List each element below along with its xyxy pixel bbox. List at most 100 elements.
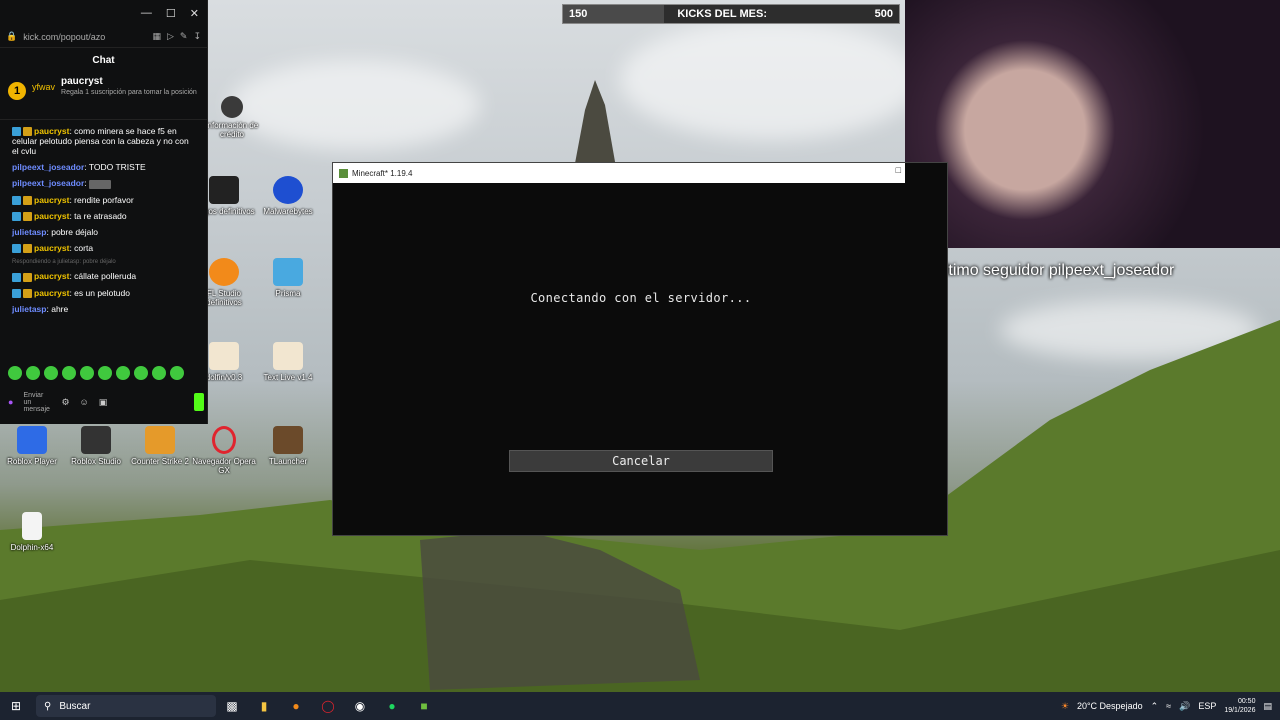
emote-icon[interactable] — [44, 366, 58, 380]
app-icon — [221, 96, 243, 118]
chat-message: paucryst: ta re atrasado — [12, 211, 195, 221]
file-icon — [209, 342, 239, 370]
chat-input[interactable]: Enviar un mensaje — [23, 392, 51, 413]
emote-icon[interactable] — [152, 366, 166, 380]
cancel-button[interactable]: Cancelar — [509, 450, 773, 472]
desktop-icon-malwarebytes[interactable]: Malwarebytes — [256, 176, 320, 216]
emote-icon[interactable] — [8, 366, 22, 380]
chat-user[interactable]: paucryst — [34, 288, 69, 298]
translate-icon[interactable]: ▦ — [152, 31, 161, 42]
roblox-icon — [17, 426, 47, 454]
emote-icon[interactable] — [62, 366, 76, 380]
emote-icon[interactable] — [80, 366, 94, 380]
play-icon[interactable]: ▷ — [167, 31, 174, 42]
chat-message: paucryst: cállate polleruda — [12, 271, 195, 282]
desktop-icon-tlauncher[interactable]: TLauncher — [256, 426, 320, 466]
badge-icon — [23, 288, 32, 298]
lock-icon: 🔒 — [6, 31, 18, 41]
taskbar: ⊞ ⚲ Buscar ▩ ▮ ● ◯ ◉ ● ■ ☀ 20°C Despejad… — [0, 692, 1280, 720]
file-icon — [22, 512, 42, 540]
kicks-goal-bar: 150 KICKS DEL MES: 500 — [562, 4, 900, 24]
badge-icon — [12, 244, 21, 254]
extensions-icon[interactable]: ✎ — [180, 31, 188, 42]
chat-user[interactable]: paucryst — [34, 271, 69, 281]
emote-bar — [8, 366, 184, 380]
chat-window-titlebar: — ☐ ✕ — [0, 0, 207, 26]
desktop-icon-info[interactable]: información de crédito — [200, 96, 264, 139]
counter-strike-icon — [145, 426, 175, 454]
clock[interactable]: 00:50 19/1/2026 — [1224, 697, 1255, 715]
windows-icon: ⊞ — [10, 699, 22, 713]
taskbar-search[interactable]: ⚲ Buscar — [36, 695, 216, 717]
file-explorer-icon[interactable]: ▮ — [253, 695, 275, 717]
maximize-icon[interactable]: ☐ — [166, 7, 176, 20]
pinned-gift-banner[interactable]: 1 yfwav paucryst Regala 1 suscripción pa… — [0, 74, 207, 120]
chat-message: julietasp: pobre déjalo — [12, 227, 99, 237]
emote-icon[interactable] — [26, 366, 40, 380]
language-indicator[interactable]: ESP — [1198, 701, 1216, 711]
badge-icon — [12, 212, 21, 221]
reply-context: Respondiendo a julietasp: pobre déjalo — [12, 259, 116, 266]
desktop-icon-opera-gx[interactable]: Navegador Opera GX — [192, 426, 256, 475]
chat-user[interactable]: pilpeext_joseador — [12, 178, 84, 188]
desktop-icon-dolphin[interactable]: Dolphin-x64 — [0, 512, 64, 552]
chat-user[interactable]: paucryst — [34, 195, 69, 205]
chat-messages: paucryst: como minera se hace f5 en celu… — [0, 120, 207, 322]
minecraft-taskbar-icon[interactable]: ■ — [413, 695, 435, 717]
desktop-icon-roblox-player[interactable]: Roblox Player — [0, 426, 64, 466]
chat-user[interactable]: julietasp — [12, 227, 46, 237]
chat-text: rendite porfavor — [74, 194, 134, 205]
weather-text[interactable]: 20°C Despejado — [1077, 701, 1143, 711]
webcam-feed — [905, 0, 1280, 248]
gift-icon[interactable]: ▣ — [99, 397, 108, 408]
volume-icon[interactable]: 🔊 — [1179, 701, 1190, 712]
close-icon[interactable]: ✕ — [190, 7, 199, 20]
settings-icon[interactable]: ⚙ — [61, 397, 69, 408]
mic-icon[interactable]: ● — [8, 397, 13, 407]
pinned-user: paucryst — [61, 76, 103, 87]
clock-date: 19/1/2026 — [1224, 707, 1256, 714]
start-button[interactable]: ⊞ — [5, 695, 27, 717]
chat-user[interactable]: paucryst — [34, 126, 69, 136]
emote-icon[interactable] — [98, 366, 112, 380]
chat-user[interactable]: paucryst — [34, 211, 69, 221]
minimize-icon[interactable]: — — [141, 7, 152, 19]
search-icon: ⚲ — [44, 700, 52, 712]
desktop-icon-textlive[interactable]: Text Live v1.4 — [256, 342, 320, 382]
close-icon[interactable]: □ — [896, 165, 901, 175]
search-placeholder: Buscar — [59, 700, 91, 712]
pinned-text: Regala 1 suscripción para tomar la posic… — [61, 89, 197, 96]
flstudio-taskbar-icon[interactable]: ● — [285, 695, 307, 717]
desktop-icon-cs2[interactable]: Counter Strike 2 — [128, 426, 192, 466]
task-view-icon[interactable]: ▩ — [221, 695, 243, 717]
download-icon[interactable]: ↧ — [193, 31, 201, 42]
chat-message: pilpeext_joseador: TODO TRISTE — [12, 162, 146, 173]
chevron-up-icon[interactable]: ⌃ — [1151, 701, 1159, 712]
chat-user[interactable]: pilpeext_joseador — [12, 162, 84, 172]
emote-icon[interactable] — [134, 366, 148, 380]
desktop-icon-prisma[interactable]: Prisma — [256, 258, 320, 298]
pinned-gifter: yfwav — [32, 82, 56, 92]
desktop-icon-roblox-studio[interactable]: Roblox Studio — [64, 426, 128, 466]
spotify-taskbar-icon[interactable]: ● — [381, 695, 403, 717]
address-bar[interactable]: 🔒 kick.com/popout/azo ▦ ▷ ✎ ↧ — [0, 26, 207, 48]
obs-taskbar-icon[interactable]: ◉ — [349, 695, 371, 717]
clock-time: 00:50 — [1237, 698, 1256, 705]
badge-icon — [12, 272, 21, 282]
kicks-current: 150 — [569, 8, 588, 20]
chat-text: ahre — [51, 303, 69, 314]
badge-icon — [12, 127, 21, 137]
notification-icon[interactable]: ▤ — [1263, 701, 1272, 712]
send-button[interactable] — [194, 393, 204, 411]
chat-user[interactable]: paucryst — [34, 243, 69, 253]
opera-gx-taskbar-icon[interactable]: ◯ — [317, 695, 339, 717]
emoji-icon[interactable]: ☺ — [80, 397, 89, 407]
chat-input-bar: ● Enviar un mensaje ⚙ ☺ ▣ — [8, 390, 204, 414]
connection-status: Conectando con el servidor... — [530, 291, 752, 305]
emote-icon[interactable] — [116, 366, 130, 380]
emote-icon[interactable] — [170, 366, 184, 380]
wifi-icon[interactable]: ≈ — [1166, 701, 1171, 711]
badge-icon — [12, 195, 21, 205]
chat-user[interactable]: julietasp — [12, 304, 46, 314]
last-follower-banner: 5 ultimo seguidor pilpeext_joseador — [905, 250, 1280, 292]
